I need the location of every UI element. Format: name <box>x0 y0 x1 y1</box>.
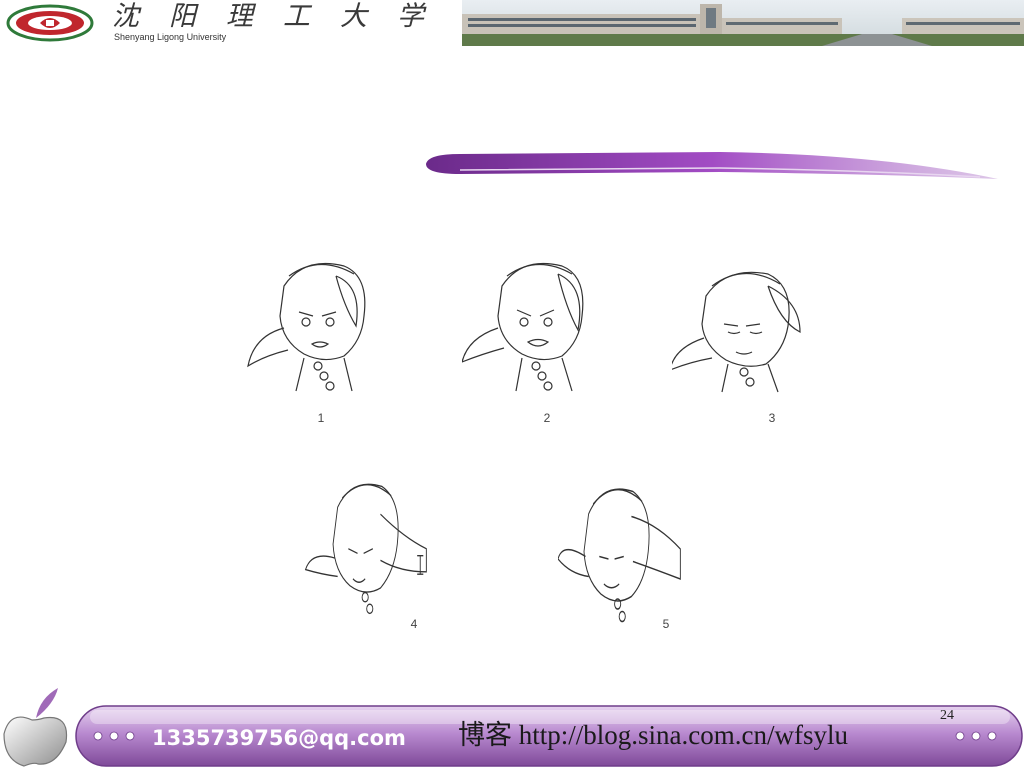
character-sketch <box>304 483 427 615</box>
footer-bar: 1335739756@qq.com 博客 http://blog.sina.co… <box>0 684 1024 768</box>
blog-link[interactable]: 博客 http://blog.sina.com.cn/wfsylu <box>458 718 958 752</box>
character-sketch <box>461 262 584 392</box>
storyboard-panel-5 <box>557 474 688 624</box>
title-accent-stroke <box>426 152 998 179</box>
campus-photo <box>462 0 1024 46</box>
storyboard-panel-3 <box>669 252 802 402</box>
panel-label-5: 5 <box>662 617 670 631</box>
character-sketch <box>669 271 801 393</box>
university-logo <box>6 4 94 42</box>
storyboard-panel-1 <box>244 246 374 396</box>
university-name-english: Shenyang Ligong University <box>114 32 227 42</box>
character-sketch <box>247 262 366 392</box>
panel-label-3: 3 <box>768 411 776 425</box>
character-sketch <box>557 488 681 623</box>
university-name: 沈阳理工大学 <box>112 1 454 32</box>
contact-email: 1335739756@qq.com <box>152 726 406 750</box>
storyboard-panel-2 <box>461 246 592 396</box>
header-banner: 沈阳理工大学 Shenyang Ligong University <box>0 0 1024 46</box>
panel-label-4: 4 <box>410 617 418 631</box>
storyboard-panel-4 <box>304 468 434 618</box>
panel-label-1: 1 <box>317 411 325 425</box>
slide-number: 24 <box>940 708 954 723</box>
panel-label-2: 2 <box>543 411 551 425</box>
